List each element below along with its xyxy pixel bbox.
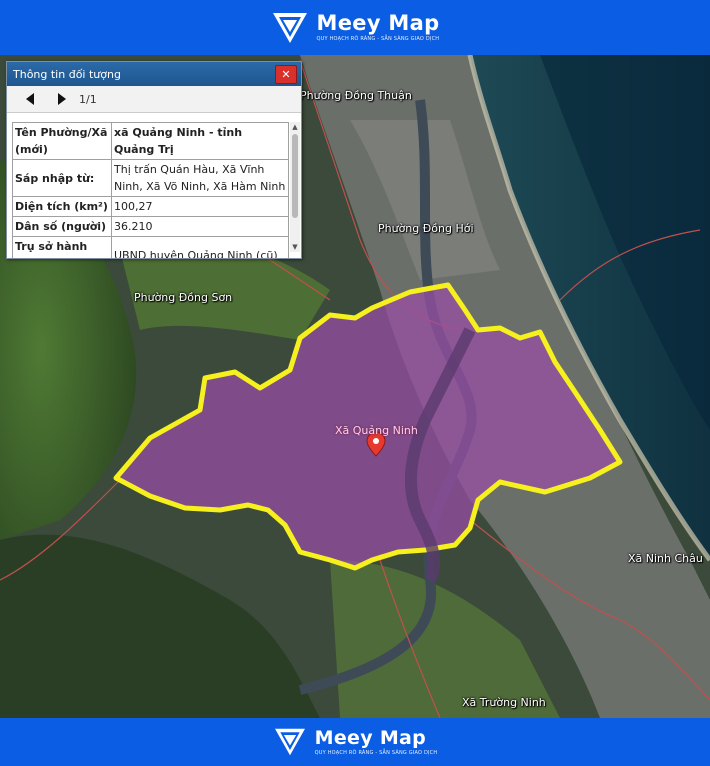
info-panel-title: Thông tin đối tượng xyxy=(13,67,121,81)
brand-tagline: QUY HOẠCH RÕ RÀNG - SẴN SÀNG GIAO DỊCH xyxy=(314,749,438,756)
triangle-right-icon xyxy=(58,93,66,105)
meey-logo-icon xyxy=(274,728,305,756)
page-indicator: 1/1 xyxy=(79,92,97,106)
info-scrollbar[interactable]: ▲ ▼ xyxy=(290,122,300,252)
attribute-value: UBND huyện Quảng Ninh (cũ) xyxy=(111,236,289,258)
label-truong-ninh: Xã Trường Ninh xyxy=(462,696,546,709)
meey-logo-icon xyxy=(272,12,307,43)
brand-logo[interactable]: Meey Map QUY HOẠCH RÕ RÀNG - SẴN SÀNG GI… xyxy=(273,727,438,757)
table-row: Dân số (người) 36.210 xyxy=(12,216,289,237)
brand-logo[interactable]: Meey Map QUY HOẠCH RÕ RÀNG - SẴN SÀNG GI… xyxy=(271,11,440,45)
scroll-up-icon[interactable]: ▲ xyxy=(290,122,300,132)
previous-button[interactable] xyxy=(19,89,41,109)
brand-name: Meey Map xyxy=(314,726,427,749)
close-icon: ✕ xyxy=(281,68,291,81)
triangle-left-icon xyxy=(26,93,34,105)
attribute-key: Diện tích (km²) xyxy=(12,196,112,217)
label-dong-son: Phường Đồng Sơn xyxy=(134,291,233,304)
label-quang-ninh: Xã Quảng Ninh xyxy=(335,424,418,437)
info-panel-pager: 1/1 xyxy=(7,86,301,113)
attribute-value: 100,27 xyxy=(111,196,289,217)
table-row: Trụ sở hành chính (mới) UBND huyện Quảng… xyxy=(12,236,289,258)
attribute-value: Thị trấn Quán Hàu, Xã Vĩnh Ninh, Xã Võ N… xyxy=(111,159,289,197)
brand-name: Meey Map xyxy=(316,11,440,35)
attribute-key: Sáp nhập từ: xyxy=(12,159,112,197)
feature-info-panel: Thông tin đối tượng ✕ 1/1 Tên Phường/Xã … xyxy=(6,61,302,259)
attribute-value: xã Quảng Ninh - tỉnh Quảng Trị xyxy=(111,122,289,160)
table-row: Diện tích (km²) 100,27 xyxy=(12,196,289,217)
info-panel-header[interactable]: Thông tin đối tượng ✕ xyxy=(7,62,301,86)
label-dong-hoi: Phường Đồng Hới xyxy=(378,222,474,235)
label-dong-thuan: Phường Đồng Thuận xyxy=(300,89,412,102)
attribute-key: Trụ sở hành chính (mới) xyxy=(12,236,112,258)
next-button[interactable] xyxy=(51,89,73,109)
attribute-key: Dân số (người) xyxy=(12,216,112,237)
scroll-down-icon[interactable]: ▼ xyxy=(290,242,300,252)
top-brand-bar: Meey Map QUY HOẠCH RÕ RÀNG - SẴN SÀNG GI… xyxy=(0,0,710,55)
table-row: Tên Phường/Xã (mới) xã Quảng Ninh - tỉnh… xyxy=(12,122,289,160)
info-panel-body: Tên Phường/Xã (mới) xã Quảng Ninh - tỉnh… xyxy=(7,117,301,258)
attribute-value: 36.210 xyxy=(111,216,289,237)
attribute-table: Tên Phường/Xã (mới) xã Quảng Ninh - tỉnh… xyxy=(12,122,289,258)
attribute-key: Tên Phường/Xã (mới) xyxy=(12,122,112,160)
table-row: Sáp nhập từ: Thị trấn Quán Hàu, Xã Vĩnh … xyxy=(12,159,289,197)
label-ninh-chau: Xã Ninh Châu xyxy=(628,552,703,565)
close-button[interactable]: ✕ xyxy=(275,65,297,84)
brand-tagline: QUY HOẠCH RÕ RÀNG - SẴN SÀNG GIAO DỊCH xyxy=(316,36,440,42)
bottom-brand-bar: Meey Map QUY HOẠCH RÕ RÀNG - SẴN SÀNG GI… xyxy=(0,718,710,766)
scroll-thumb[interactable] xyxy=(292,134,298,218)
